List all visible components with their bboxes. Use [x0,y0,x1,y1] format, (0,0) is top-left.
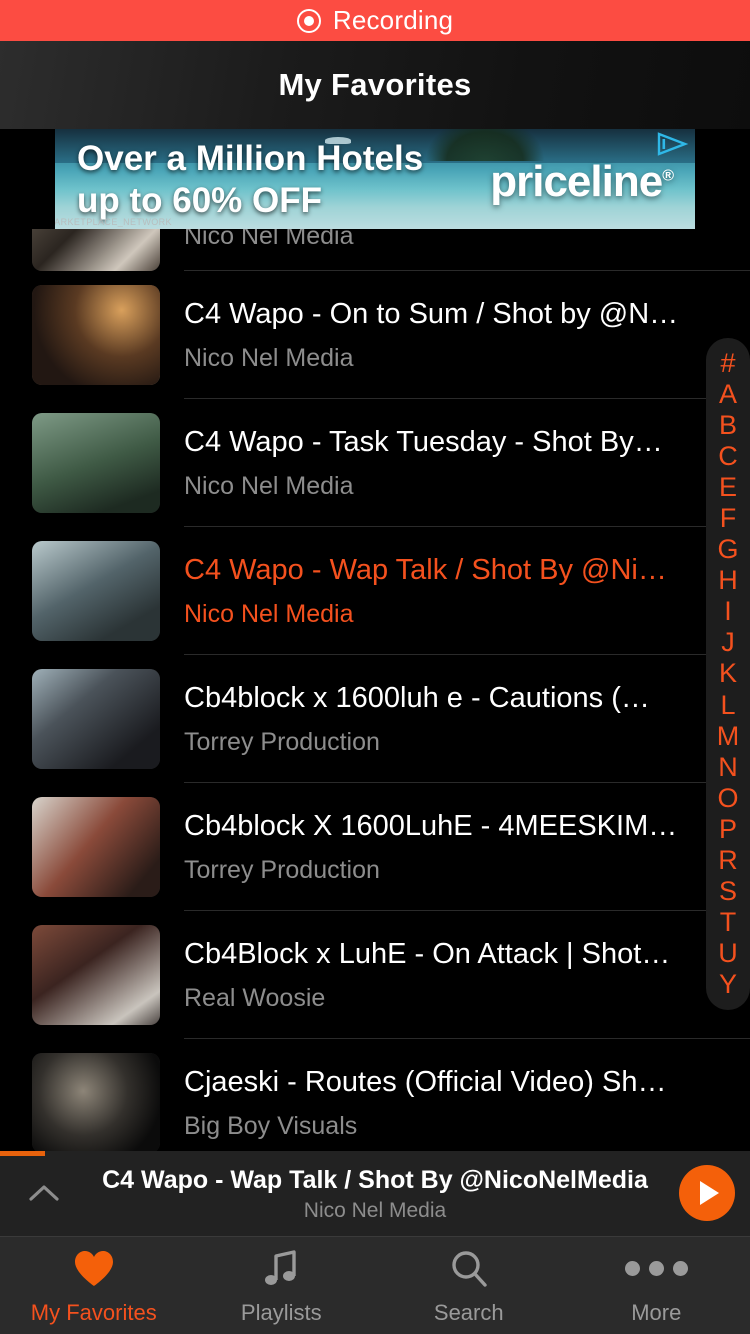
index-letter-j[interactable]: J [721,629,735,656]
play-button[interactable] [679,1165,735,1221]
tab-label: Search [433,1299,504,1325]
music-note-icon [260,1246,302,1292]
playback-progress-track[interactable] [0,1151,750,1156]
index-letter-hash[interactable]: # [720,350,735,377]
track-thumbnail [32,413,160,513]
track-artist: Big Boy Visuals [184,1111,358,1140]
index-letter-u[interactable]: U [718,939,738,967]
heart-icon [72,1246,116,1292]
ad-network-label: AMAZON_MARKETPLACE_NETWORK [55,217,172,227]
record-dot-icon [296,8,321,33]
ad-banner[interactable]: Over a Million Hotels up to 60% OFF pric… [55,129,695,229]
tab-label: My Favorites [30,1299,157,1325]
tab-search[interactable]: Search [375,1237,563,1334]
tab-more[interactable]: More [563,1237,750,1334]
track-artist: Nico Nel Media [184,471,354,500]
index-letter-l[interactable]: L [720,691,735,719]
play-icon [700,1181,719,1205]
tab-label: Playlists [240,1299,322,1325]
track-title: Cjaeski - Routes (Official Video) Sh… [184,1066,667,1099]
track-thumbnail [32,669,160,769]
now-playing-artist: Nico Nel Media [303,1199,447,1222]
ad-brand-text: priceline [490,157,663,206]
track-title: Cb4Block x LuhE - On Attack | Shot… [184,938,671,971]
index-letter-t[interactable]: T [720,908,737,936]
page-header: My Favorites [0,41,750,129]
bottom-tab-bar[interactable]: My Favorites Playlists Search More [0,1236,750,1334]
list-item-active[interactable]: C4 Wapo - Wap Talk / Shot By @Ni… Nico N… [0,527,750,655]
recording-status-bar: Recording [0,0,750,41]
track-thumbnail [32,1053,160,1151]
track-title: Cb4block X 1600LuhE - 4MEESKIM… [184,810,678,843]
track-thumbnail [32,925,160,1025]
tab-my-favorites[interactable]: My Favorites [0,1237,188,1334]
playback-progress-fill [0,1151,45,1156]
track-artist: Torrey Production [184,855,380,884]
favorites-list[interactable]: Nico Nel Media C4 Wapo - On to Sum / Sho… [0,229,750,1151]
index-letter-a[interactable]: A [719,381,737,408]
ad-headline-line2: up to 60% OFF [77,181,322,220]
track-thumbnail [32,285,160,385]
ad-brand-logo: priceline® [490,157,674,207]
index-letter-s[interactable]: S [719,877,737,905]
track-artist: Real Woosie [184,983,326,1012]
index-letter-o[interactable]: O [717,784,738,812]
index-letter-y[interactable]: Y [719,970,737,998]
list-item[interactable]: Cb4block x 1600luh e - Cautions (… Torre… [0,655,750,783]
mini-player[interactable]: C4 Wapo - Wap Talk / Shot By @NicoNelMed… [0,1151,750,1236]
list-item[interactable]: Cjaeski - Routes (Official Video) Sh… Bi… [0,1039,750,1151]
index-letter-b[interactable]: B [719,412,737,439]
index-letter-p[interactable]: P [719,815,737,843]
list-item[interactable]: C4 Wapo - Task Tuesday - Shot By… Nico N… [0,399,750,527]
tab-playlists[interactable]: Playlists [188,1237,376,1334]
index-letter-i[interactable]: I [724,598,732,625]
index-letter-r[interactable]: R [718,846,738,874]
track-title: C4 Wapo - Task Tuesday - Shot By… [184,426,663,459]
track-artist: Nico Nel Media [184,343,354,372]
index-letter-e[interactable]: E [719,474,737,501]
index-letter-c[interactable]: C [718,443,738,470]
track-artist: Torrey Production [184,727,380,756]
track-title: C4 Wapo - Wap Talk / Shot By @Ni… [184,554,667,587]
list-item[interactable]: Cb4block X 1600LuhE - 4MEESKIM… Torrey P… [0,783,750,911]
recording-label: Recording [332,5,454,35]
ellipsis-icon [624,1246,688,1292]
track-thumbnail [32,797,160,897]
ad-brand-mark: ® [662,167,674,185]
now-playing-title: C4 Wapo - Wap Talk / Shot By @NicoNelMed… [102,1166,648,1194]
track-title: Cb4block x 1600luh e - Cautions (… [184,682,650,715]
tab-label: More [631,1299,682,1325]
alphabet-index-scrubber[interactable]: # A B C E F G H I J K L M N O P R S T U Y [706,338,750,1010]
track-artist: Nico Nel Media [184,599,354,628]
list-item[interactable]: Nico Nel Media [0,229,750,271]
track-title: C4 Wapo - On to Sum / Shot by @N… [184,298,679,331]
ad-headline-line1: Over a Million Hotels [77,139,424,178]
adchoices-icon[interactable] [655,131,689,157]
index-letter-h[interactable]: H [718,567,738,594]
list-item[interactable]: Cb4Block x LuhE - On Attack | Shot… Real… [0,911,750,1039]
index-letter-f[interactable]: F [720,505,737,532]
index-letter-k[interactable]: K [719,660,737,687]
list-item[interactable]: C4 Wapo - On to Sum / Shot by @N… Nico N… [0,271,750,399]
index-letter-g[interactable]: G [717,536,738,563]
page-title: My Favorites [278,67,472,102]
index-letter-m[interactable]: M [717,722,740,750]
track-thumbnail [32,541,160,641]
search-icon [448,1246,490,1292]
app-root: Recording My Favorites Over a Million Ho… [0,0,750,1334]
chevron-up-icon[interactable] [26,1179,62,1209]
track-artist: Nico Nel Media [184,229,354,250]
track-thumbnail [32,229,160,271]
index-letter-n[interactable]: N [718,753,738,781]
